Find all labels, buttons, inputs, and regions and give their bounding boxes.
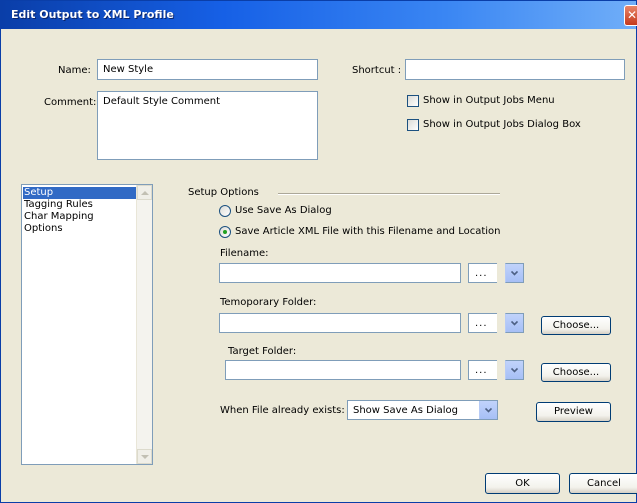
show-in-output-jobs-dialog-checkbox[interactable]: Show in Output Jobs Dialog Box — [407, 118, 627, 132]
target-folder-recent-button[interactable]: ... — [468, 360, 497, 380]
comment-textarea[interactable]: Default Style Comment — [97, 91, 318, 160]
show-in-output-jobs-menu-checkbox[interactable]: Show in Output Jobs Menu — [407, 94, 607, 108]
target-folder-choose-button[interactable]: Choose... — [541, 363, 611, 382]
list-item-tagging-rules[interactable]: Tagging Rules — [23, 199, 136, 211]
arrow-down-icon — [141, 455, 149, 459]
scroll-up-button[interactable] — [137, 185, 152, 200]
button-label: OK — [515, 478, 530, 489]
name-input[interactable]: New Style — [97, 59, 318, 80]
comment-label: Comment: — [44, 97, 97, 108]
chevron-down-icon — [511, 320, 518, 326]
temp-folder-input[interactable] — [219, 313, 461, 333]
chevron-down-icon — [511, 270, 518, 276]
shortcut-label: Shortcut : — [352, 65, 402, 76]
checkbox-box[interactable] — [407, 95, 419, 107]
checkbox-label: Show in Output Jobs Dialog Box — [423, 119, 581, 130]
edit-output-xml-profile-dialog: Edit Output to XML Profile ✕ Name: New S… — [0, 0, 637, 503]
checkbox-label: Show in Output Jobs Menu — [423, 95, 555, 106]
button-label: Choose... — [552, 367, 600, 378]
selected-value: Show Save As Dialog — [353, 405, 458, 416]
list-item-char-mapping[interactable]: Char Mapping — [23, 211, 136, 223]
setup-options-heading: Setup Options — [188, 187, 259, 198]
window-title: Edit Output to XML Profile — [11, 8, 174, 21]
chevron-down-icon — [485, 407, 492, 413]
cancel-button[interactable]: Cancel — [569, 473, 637, 494]
radio-label: Save Article XML File with this Filename… — [235, 226, 501, 237]
name-label: Name: — [58, 65, 91, 76]
temp-folder-label: Temoporary Folder: — [220, 297, 317, 308]
title-bar[interactable]: Edit Output to XML Profile ✕ — [1, 1, 637, 29]
use-save-as-dialog-radio[interactable]: Use Save As Dialog — [219, 204, 419, 218]
target-folder-label: Target Folder: — [228, 346, 297, 357]
target-folder-input[interactable] — [225, 360, 461, 380]
temp-folder-choose-button[interactable]: Choose... — [541, 316, 611, 335]
close-icon: ✕ — [627, 8, 637, 22]
button-label: Choose... — [552, 320, 600, 331]
when-exists-label: When File already exists: — [220, 405, 345, 416]
arrow-up-icon — [141, 191, 149, 195]
chevron-down-icon — [511, 367, 518, 373]
when-exists-select[interactable]: Show Save As Dialog — [347, 400, 498, 420]
filename-recent-button[interactable]: ... — [468, 263, 497, 283]
save-article-xml-radio[interactable]: Save Article XML File with this Filename… — [219, 225, 509, 239]
filename-dropdown-button[interactable] — [505, 263, 524, 283]
scroll-down-button[interactable] — [137, 449, 152, 464]
list-scrollbar[interactable] — [136, 185, 152, 464]
target-folder-dropdown-button[interactable] — [505, 360, 524, 380]
group-divider — [278, 193, 500, 195]
filename-input[interactable] — [219, 263, 461, 283]
filename-label: Filename: — [220, 248, 269, 259]
temp-folder-dropdown-button[interactable] — [505, 313, 524, 333]
ok-button[interactable]: OK — [485, 473, 560, 494]
dropdown-button[interactable] — [479, 401, 497, 419]
shortcut-input[interactable] — [405, 59, 625, 80]
radio-circle[interactable] — [219, 205, 231, 217]
radio-label: Use Save As Dialog — [235, 205, 332, 216]
checkbox-box[interactable] — [407, 119, 419, 131]
list-item-setup[interactable]: Setup — [23, 187, 136, 199]
close-button[interactable]: ✕ — [624, 5, 637, 26]
list-item-options[interactable]: Options — [23, 223, 136, 235]
section-list[interactable]: Setup Tagging Rules Char Mapping Options — [21, 184, 153, 465]
button-label: Cancel — [587, 478, 621, 489]
button-label: Preview — [554, 406, 593, 417]
temp-folder-recent-button[interactable]: ... — [468, 313, 497, 333]
preview-button[interactable]: Preview — [536, 402, 611, 422]
radio-circle[interactable] — [219, 226, 231, 238]
